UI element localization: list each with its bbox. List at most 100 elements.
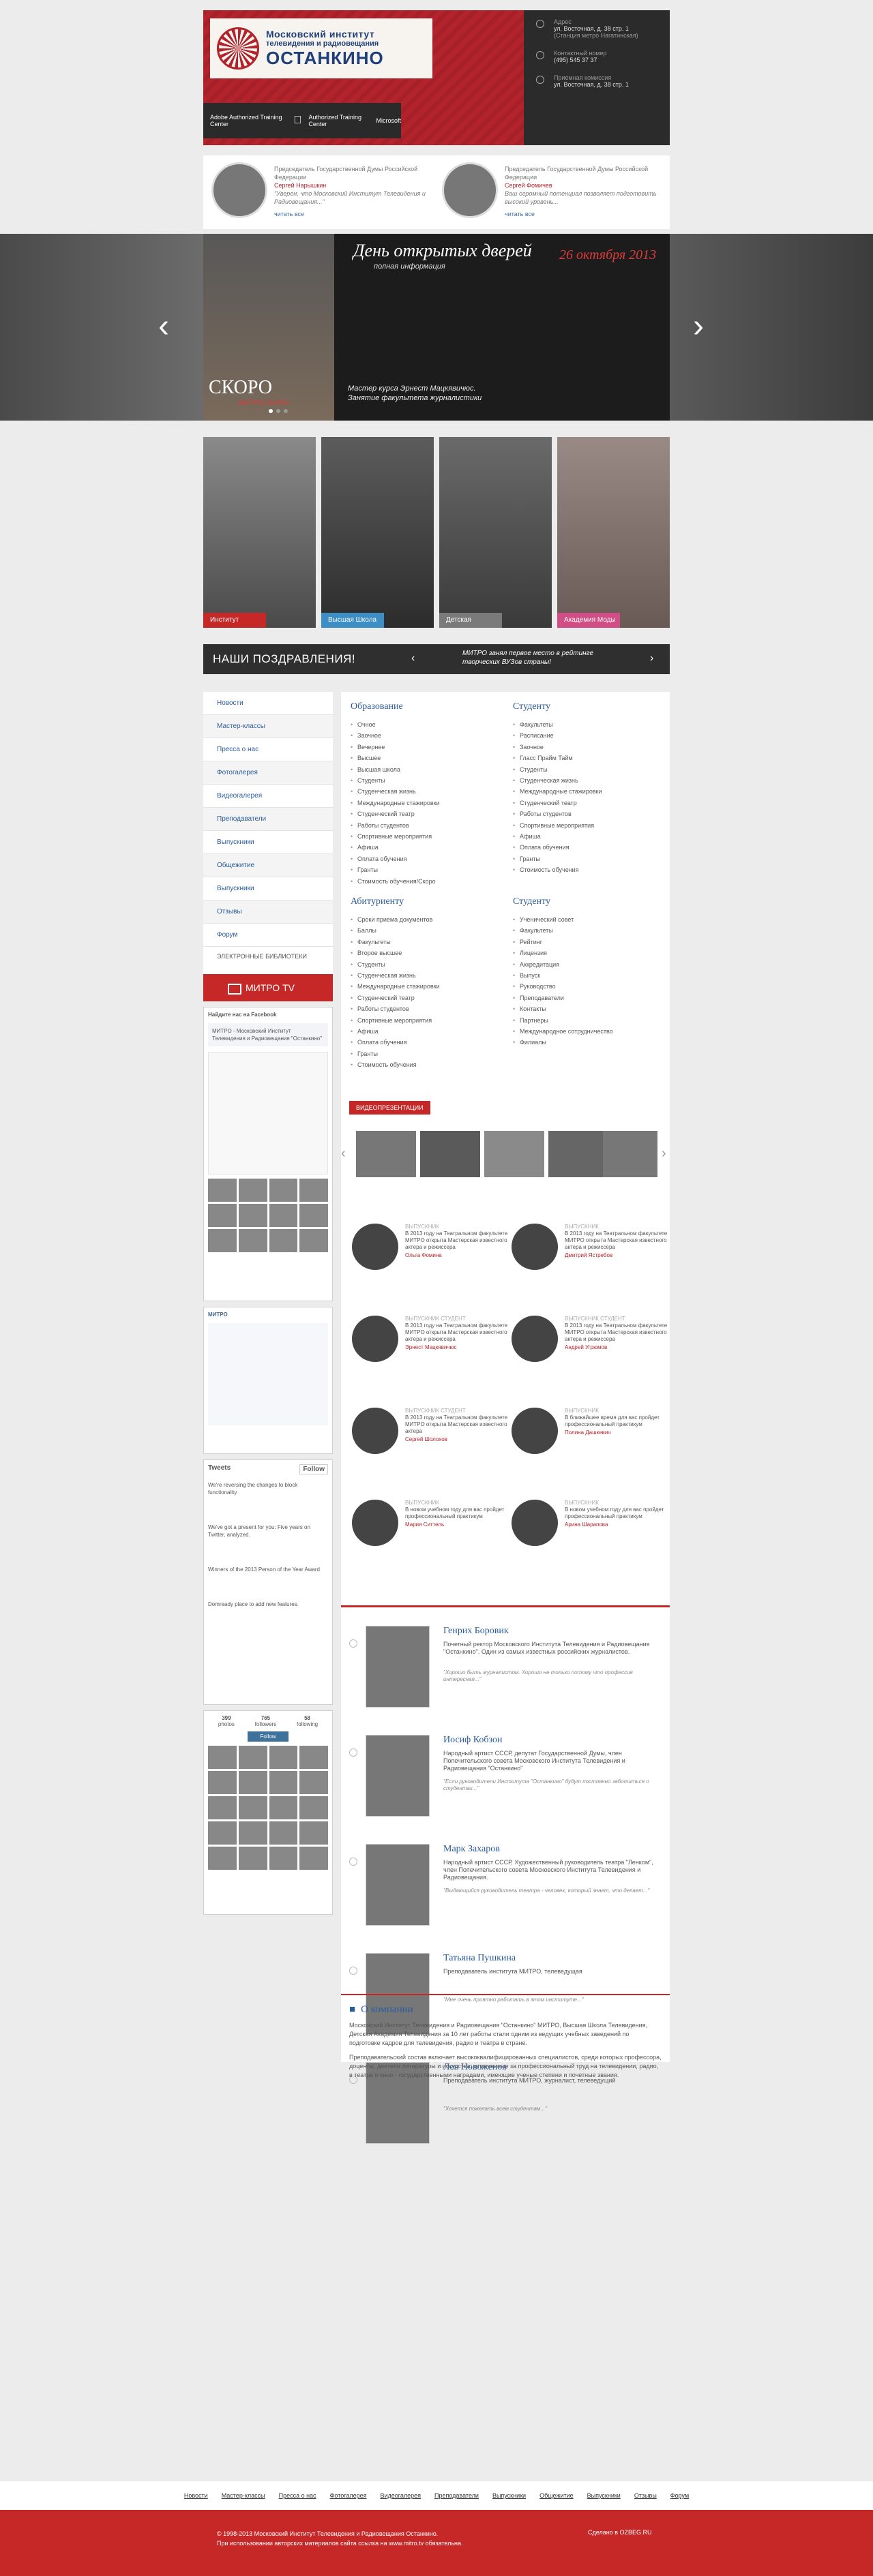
site-logo[interactable]: Московский институт телевидения и радиов… [210,18,432,78]
menu-link[interactable]: Выпуск [513,970,663,982]
avatar[interactable] [512,1224,558,1270]
footer-link[interactable]: Пресса о нас [279,2481,316,2510]
menu-link[interactable]: Спортивные мероприятия [351,831,501,843]
menu-link[interactable]: Афиша [513,831,663,843]
tile-fashion-academy[interactable]: Академия Моды [557,437,670,628]
partner-atc[interactable]: Authorized Training Center [308,114,369,127]
menu-link[interactable]: Гранты [351,864,501,876]
menu-link[interactable]: Стоимость обучения [351,1059,501,1071]
person-name[interactable]: Марк Захаров [443,1844,500,1855]
menu-link[interactable]: Факультеты [513,719,663,731]
hero-current-slide[interactable]: СКОРО МИТРО СКОРО День открытых дверей п… [203,234,670,421]
video-thumb[interactable] [548,1131,608,1177]
avatar[interactable] [352,1500,398,1546]
apple-icon[interactable]:  [293,115,301,127]
menu-link[interactable]: Высшее [351,753,501,764]
chevron-right-icon[interactable]: › [650,652,653,665]
testimonial-name[interactable]: Полина Дашкевич [565,1429,668,1436]
menu-link[interactable]: Расписание [513,730,663,742]
person-name[interactable]: Татьяна Пушкина [443,1953,516,1964]
menu-link[interactable]: Афиша [351,842,501,853]
menu-link[interactable]: Заочное [351,730,501,742]
sidebar-item-graduates[interactable]: Выпускники [203,831,333,854]
footer-link[interactable]: Преподаватели [434,2481,479,2510]
menu-link[interactable]: Преподаватели [513,992,663,1004]
menu-link[interactable]: Студенческий театр [351,992,501,1004]
avatar[interactable] [352,1316,398,1362]
menu-link[interactable]: Рейтинг [513,937,663,948]
hero-subtitle[interactable]: полная информация [374,262,445,271]
tile-kids-academy[interactable]: Детская Академия [439,437,552,628]
menu-link[interactable]: Высшая школа [351,764,501,776]
radio-icon[interactable] [349,1967,357,1975]
video-thumb[interactable] [484,1131,544,1177]
avatar[interactable] [512,1408,558,1454]
testimonial-name[interactable]: Ольга Фомина [405,1252,509,1259]
sidebar-item-press[interactable]: Пресса о нас [203,738,333,761]
chevron-left-icon[interactable]: ‹ [411,652,415,665]
menu-link[interactable]: Работы студентов [513,808,663,820]
testimonial-name[interactable]: Мария Ситтель [405,1521,509,1528]
video-thumb[interactable] [356,1131,416,1177]
twitter-follow-button[interactable]: Follow [299,1464,328,1474]
tile-high-school[interactable]: Высшая Школа [321,437,434,628]
sidebar-item-videos[interactable]: Видеогалерея [203,785,333,808]
sidebar-item-reviews[interactable]: Отзывы [203,900,333,924]
footer-link[interactable]: Видеогалерея [380,2481,421,2510]
chevron-left-icon[interactable]: ‹ [341,1146,346,1162]
footer-link[interactable]: Общежитие [539,2481,574,2510]
menu-link[interactable]: Партнеры [513,1015,663,1027]
menu-link[interactable]: Международные стажировки [513,786,663,798]
sidebar-item-dorm[interactable]: Общежитие [203,854,333,877]
sidebar-item-photos[interactable]: Фотогалерея [203,761,333,785]
menu-link[interactable]: Заочное [513,742,663,753]
video-thumb[interactable] [420,1131,480,1177]
menu-link[interactable]: Вечернее [351,742,501,753]
menu-link[interactable]: Спортивные мероприятия [513,820,663,832]
menu-link[interactable]: Гласс Прайм Тайм [513,753,663,764]
testimonial-name[interactable]: Андрей Угрюмов [565,1344,668,1351]
radio-icon[interactable] [349,1639,357,1648]
avatar[interactable] [352,1408,398,1454]
menu-link[interactable]: Лицензия [513,948,663,959]
menu-link[interactable]: Работы студентов [351,1003,501,1015]
menu-link[interactable]: Студенческая жизнь [351,786,501,798]
menu-link[interactable]: Филиалы [513,1037,663,1048]
partner-adobe[interactable]: Adobe Authorized Training Center [210,114,286,127]
mitro-tv-button[interactable]: МИТРО TV [203,974,333,1001]
testimonial-name[interactable]: Дмитрий Ястребов [565,1252,668,1259]
menu-link[interactable]: Факультеты [351,937,501,948]
partner-microsoft[interactable]: Microsoft [376,117,401,124]
menu-link[interactable]: Международное сотрудничество [513,1026,663,1037]
menu-link[interactable]: Аккредитация [513,959,663,971]
read-more-link[interactable]: читать все [505,210,660,218]
person-name[interactable]: Иосиф Кобзон [443,1735,502,1746]
sidebar-item-teachers[interactable]: Преподаватели [203,808,333,831]
footer-link[interactable]: Выпускники [587,2481,621,2510]
testimonial-name[interactable]: Эрнест Мацкявичюс [405,1344,509,1351]
avatar[interactable] [352,1224,398,1270]
footer-link[interactable]: Отзывы [634,2481,657,2510]
sidebar-item-forum[interactable]: Форум [203,924,333,947]
menu-link[interactable]: Стоимость обучения/Скоро [351,876,501,888]
sidebar-item-masterclasses[interactable]: Мастер-классы [203,715,333,738]
radio-icon[interactable] [349,1748,357,1757]
sidebar-item-graduates-2[interactable]: Выпускники [203,877,333,900]
menu-link[interactable]: Спортивные мероприятия [351,1015,501,1027]
menu-link[interactable]: Оплата обучения [513,842,663,853]
menu-link[interactable]: Студенты [513,764,663,776]
footer-link[interactable]: Фотогалерея [330,2481,367,2510]
libraries-link[interactable]: ЭЛЕКТРОННЫЕ БИБЛИОТЕКИ [203,947,333,974]
radio-icon[interactable] [349,1858,357,1866]
slider-dots[interactable] [269,409,288,413]
menu-link[interactable]: Студенты [351,775,501,787]
testimonial-name[interactable]: Сергей Шолохов [405,1436,509,1443]
footer-link[interactable]: Форум [670,2481,689,2510]
video-thumb[interactable] [603,1131,657,1177]
sidebar-item-news[interactable]: Новости [203,692,333,715]
slider-next-icon[interactable]: › [693,310,704,343]
menu-link[interactable]: Второе высшее [351,948,501,959]
avatar[interactable] [512,1316,558,1362]
menu-link[interactable]: Руководство [513,981,663,992]
menu-link[interactable]: Очное [351,719,501,731]
